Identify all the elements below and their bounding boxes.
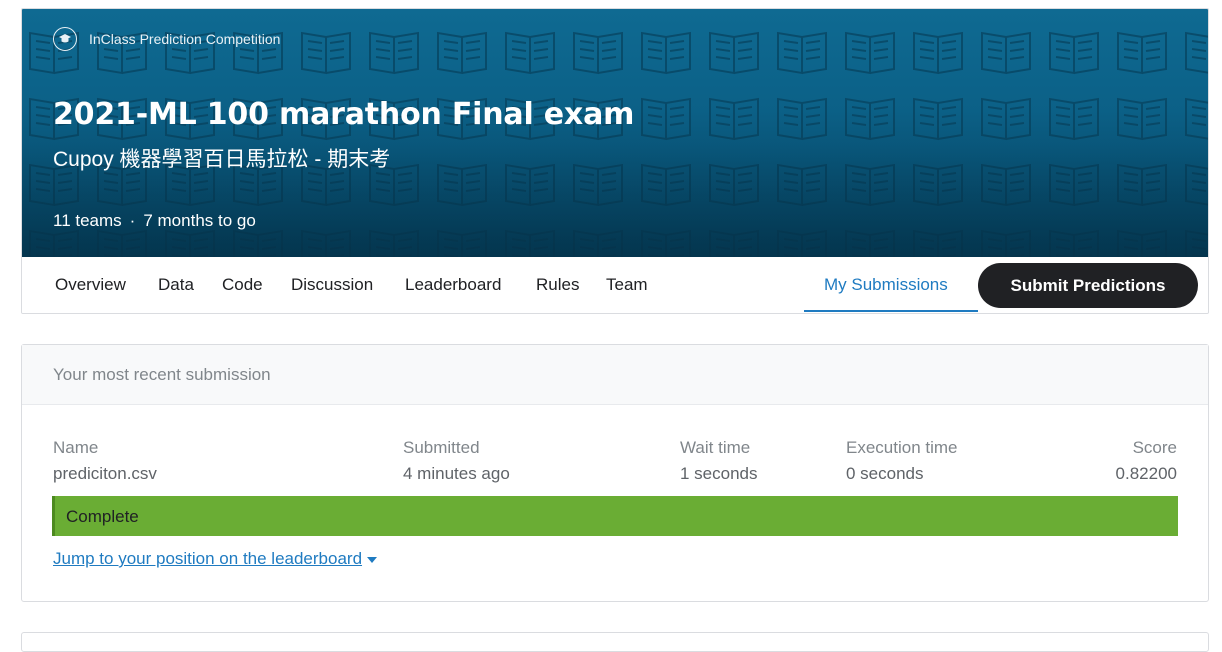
competition-type-label: InClass Prediction Competition (89, 31, 281, 47)
submitted-value: 4 minutes ago (403, 464, 510, 483)
tab-team[interactable]: Team (606, 275, 648, 295)
execution-time-column: Execution time 0 seconds (846, 438, 958, 484)
competition-tabs: Overview Data Code Discussion Leaderboar… (22, 257, 1208, 313)
tab-rules[interactable]: Rules (536, 275, 579, 295)
time-remaining: 7 months to go (143, 211, 256, 230)
recent-submission-header: Your most recent submission (22, 345, 1208, 405)
score-value: 0.82200 (1115, 464, 1177, 483)
execution-time-label: Execution time (846, 438, 958, 457)
recent-submission-title: Your most recent submission (53, 365, 271, 384)
submit-predictions-button[interactable]: Submit Predictions (978, 263, 1198, 308)
wait-time-value: 1 seconds (680, 464, 758, 483)
tab-overview[interactable]: Overview (55, 275, 126, 295)
caret-down-icon (367, 556, 378, 563)
status-badge: Complete (52, 496, 1178, 536)
next-card (21, 632, 1209, 652)
score-label: Score (1132, 438, 1177, 457)
recent-submission-card: Your most recent submission Name predici… (21, 344, 1209, 602)
submitted-column: Submitted 4 minutes ago (403, 438, 510, 484)
score-column: Score 0.82200 (1116, 438, 1177, 484)
jump-to-leaderboard-link[interactable]: Jump to your position on the leaderboard (53, 549, 378, 569)
active-tab-indicator (804, 310, 978, 312)
jump-link-label: Jump to your position on the leaderboard (53, 549, 363, 568)
wait-time-label: Wait time (680, 438, 751, 457)
competition-subtitle: Cupoy 機器學習百日馬拉松 - 期末考 (53, 148, 391, 171)
execution-time-value: 0 seconds (846, 464, 924, 483)
name-column: Name prediciton.csv (53, 438, 157, 484)
competition-meta: 11 teams · 7 months to go (53, 211, 256, 231)
team-count: 11 teams (53, 211, 122, 230)
file-name: prediciton.csv (53, 464, 157, 483)
competition-title: 2021-ML 100 marathon Final exam (53, 97, 635, 132)
graduation-cap-icon (53, 27, 77, 51)
tab-code[interactable]: Code (222, 275, 263, 295)
wait-time-column: Wait time 1 seconds (680, 438, 758, 484)
competition-header-panel: InClass Prediction Competition 2021-ML 1… (21, 8, 1209, 314)
name-label: Name (53, 438, 99, 457)
submitted-label: Submitted (403, 438, 480, 457)
competition-type-badge: InClass Prediction Competition (53, 27, 280, 51)
tab-leaderboard[interactable]: Leaderboard (405, 275, 501, 295)
tab-discussion[interactable]: Discussion (291, 275, 373, 295)
meta-separator: · (129, 211, 136, 230)
status-label: Complete (66, 507, 139, 526)
tab-data[interactable]: Data (158, 275, 194, 295)
competition-banner: InClass Prediction Competition 2021-ML 1… (22, 9, 1208, 257)
tab-my-submissions[interactable]: My Submissions (824, 275, 948, 295)
